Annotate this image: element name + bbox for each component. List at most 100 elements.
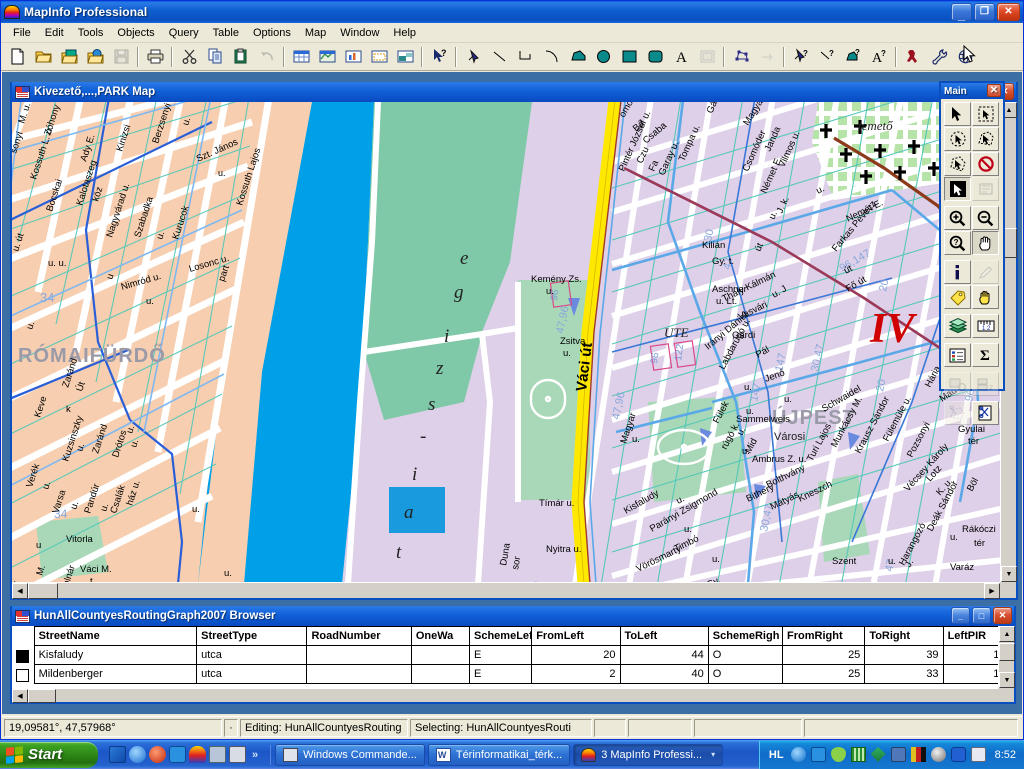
polyline-tool-button[interactable] [513, 45, 537, 68]
minimize-button[interactable]: _ [951, 3, 972, 21]
pan-button[interactable] [972, 231, 999, 255]
menu-item-tools[interactable]: Tools [71, 25, 111, 41]
web-tool-button[interactable] [953, 45, 977, 68]
tray-network-icon[interactable] [891, 747, 906, 762]
ruler-button[interactable]: 1 2 [972, 314, 999, 338]
invert-selection-button[interactable] [944, 177, 971, 201]
tray-updown-icon[interactable] [871, 747, 886, 762]
cut-button[interactable] [177, 45, 201, 68]
cell-toright[interactable]: 39 [865, 646, 943, 665]
text-style-button[interactable]: A? [867, 45, 891, 68]
tray-grid-icon[interactable] [851, 747, 866, 762]
browser-scroll-left-button[interactable]: ◀ [12, 689, 28, 703]
map-horizontal-scroll-thumb[interactable] [28, 583, 58, 599]
column-header-schemeleft[interactable]: SchemeLef [470, 627, 532, 646]
cell-fromleft[interactable]: 20 [532, 646, 620, 665]
new-redistricter-button[interactable] [393, 45, 417, 68]
browser-maximize-button[interactable]: □ [972, 607, 991, 624]
taskbar-item-terinformatikai[interactable]: W Térinformatikai_térk... [428, 744, 570, 766]
tray-shield-icon[interactable] [831, 747, 846, 762]
cell-oneway[interactable] [411, 646, 469, 665]
polygon-select-button[interactable] [944, 152, 971, 176]
browser-scroll-down-button[interactable]: ▼ [999, 672, 1015, 688]
cell-schemeleft[interactable]: E [470, 665, 532, 684]
tray-alert-icon[interactable] [971, 747, 986, 762]
change-view-button[interactable]: ? [944, 231, 971, 255]
marquee-select-button[interactable] [972, 102, 999, 126]
text-tool-button[interactable]: A [669, 45, 693, 68]
column-header-fromleft[interactable]: FromLeft [532, 627, 620, 646]
symbol-style-button[interactable]: ? [789, 45, 813, 68]
new-layout-button[interactable] [367, 45, 391, 68]
cell-streettype[interactable]: utca [197, 665, 307, 684]
select-tool-button[interactable] [944, 102, 971, 126]
quicklaunch-media-player-icon[interactable] [149, 746, 166, 763]
browser-vertical-scrollbar[interactable]: ▲ ▼ [998, 626, 1014, 688]
cell-toleft[interactable]: 40 [620, 665, 708, 684]
paste-button[interactable] [229, 45, 253, 68]
cell-schemeright[interactable]: O [708, 665, 782, 684]
browser-minimize-button[interactable]: _ [951, 607, 970, 624]
set-clip-region-button[interactable] [972, 401, 999, 425]
column-header-streetname[interactable]: StreetName [34, 627, 197, 646]
drag-map-window-button[interactable] [972, 285, 999, 309]
start-button[interactable]: Start [0, 742, 98, 768]
close-button[interactable]: ✕ [997, 3, 1020, 21]
column-header-toleft[interactable]: ToLeft [620, 627, 708, 646]
zoom-out-button[interactable] [972, 206, 999, 230]
status-editing-panel[interactable]: Editing: HunAllCountyesRouting [240, 719, 408, 737]
tray-media-icon[interactable] [951, 747, 966, 762]
cell-oneway[interactable] [411, 665, 469, 684]
open-workspace-button[interactable] [83, 45, 107, 68]
status-selecting-panel[interactable]: Selecting: HunAllCountyesRouti [410, 719, 592, 737]
open-table-button[interactable] [31, 45, 55, 68]
menu-item-table[interactable]: Table [206, 25, 246, 41]
taskbar-item-mapinfo[interactable]: 3 MapInfo Professi... ▾ [573, 744, 723, 766]
radius-select-button[interactable] [944, 127, 971, 151]
column-header-schemeright[interactable]: SchemeRigh [708, 627, 782, 646]
table-row[interactable]: Kisfaludy utca E 20 44 O 25 39 1 044 [12, 646, 998, 665]
column-header-roadnumber[interactable]: RoadNumber [307, 627, 411, 646]
help-button[interactable]: ? [427, 45, 451, 68]
info-button[interactable] [944, 260, 971, 284]
symbol-tool-button[interactable] [461, 45, 485, 68]
menu-item-query[interactable]: Query [162, 25, 206, 41]
menu-item-objects[interactable]: Objects [110, 25, 161, 41]
browser-horizontal-scroll-thumb[interactable] [28, 689, 56, 703]
cell-toleft[interactable]: 44 [620, 646, 708, 665]
cell-streetname[interactable]: Mildenberger [34, 665, 197, 684]
map-horizontal-scrollbar[interactable]: ◀ ▶ [12, 582, 1000, 598]
show-mapbasic-window-button[interactable] [927, 45, 951, 68]
column-header-leftpir[interactable]: LeftPIR [943, 627, 998, 646]
map-canvas[interactable]: 96 96 122 47,96 47,96 30 30 47 96,147 14… [12, 102, 1000, 582]
tray-search-icon[interactable] [931, 747, 946, 762]
map-scroll-right-button[interactable]: ▶ [984, 583, 1000, 599]
menu-item-window[interactable]: Window [333, 25, 386, 41]
cell-roadnumber[interactable] [307, 646, 411, 665]
row-select-cell[interactable] [12, 646, 34, 665]
line-style-button[interactable]: ? [815, 45, 839, 68]
cell-toright[interactable]: 33 [865, 665, 943, 684]
quicklaunch-show-desktop-icon[interactable] [109, 746, 126, 763]
zoom-in-button[interactable] [944, 206, 971, 230]
cell-leftpir[interactable]: 1 047 [943, 665, 998, 684]
arc-tool-button[interactable] [539, 45, 563, 68]
browser-close-button[interactable]: ✕ [993, 607, 1012, 624]
cell-schemeleft[interactable]: E [470, 646, 532, 665]
browser-horizontal-scrollbar[interactable]: ◀ [12, 688, 998, 702]
rectangle-tool-button[interactable] [617, 45, 641, 68]
browser-grid[interactable]: StreetName StreetType RoadNumber OneWa S… [12, 626, 998, 688]
menu-item-options[interactable]: Options [246, 25, 298, 41]
region-style-button[interactable]: ? [841, 45, 865, 68]
new-browser-button[interactable] [289, 45, 313, 68]
map-scroll-left-button[interactable]: ◀ [12, 583, 28, 599]
restore-button[interactable]: ❐ [974, 3, 995, 21]
cell-leftpir[interactable]: 1 044 [943, 646, 998, 665]
line-tool-button[interactable] [487, 45, 511, 68]
menu-item-map[interactable]: Map [298, 25, 333, 41]
quicklaunch-mapinfo-icon[interactable] [189, 746, 206, 763]
quicklaunch-calculator-icon[interactable] [209, 746, 226, 763]
new-mapper-button[interactable] [315, 45, 339, 68]
menu-item-file[interactable]: File [6, 25, 38, 41]
quicklaunch-acdsee-icon[interactable] [169, 746, 186, 763]
